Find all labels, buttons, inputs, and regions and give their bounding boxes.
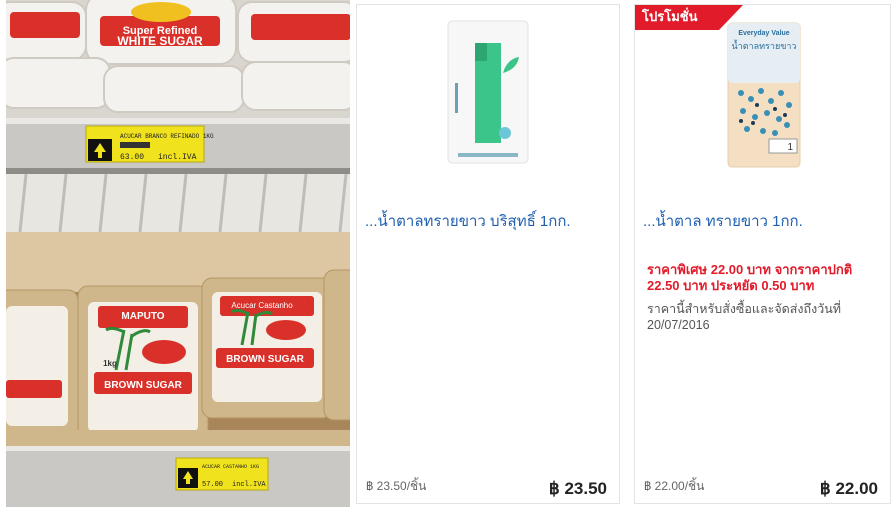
- product-card[interactable]: โปรโมชั่น Everyday Value น้ำตาลทรายขาว 1…: [634, 4, 891, 504]
- bag-bottom-brand: MAPUTO: [121, 311, 164, 322]
- shelf-illustration: Super Refined WHITE SUGAR ACUCAR BRANCO …: [6, 0, 350, 507]
- tag-top-desc: ACUCAR BRANCO REFINADO 1KG: [120, 133, 214, 140]
- bag-top-label: WHITE SUGAR: [117, 34, 203, 48]
- bag-bottom-label: BROWN SUGAR: [104, 380, 183, 391]
- tag-top-price: 63.00: [120, 153, 144, 162]
- product-photo: Super Refined WHITE SUGAR ACUCAR BRANCO …: [6, 0, 350, 507]
- tag-bottom-tax: incl.IVA: [232, 481, 266, 489]
- promotion-price-text: ราคาพิเศษ 22.00 บาท จากราคาปกติ 22.50 บา…: [647, 262, 853, 293]
- unit-price: ฿ 22.00/ชิ้น: [644, 479, 705, 493]
- product-image[interactable]: Everyday Value น้ำตาลทรายขาว 1: [713, 21, 813, 176]
- product-card[interactable]: ...น้ำตาลทรายขาว บริสุทธิ์ 1กก. ฿ 23.50/…: [356, 4, 620, 504]
- shelf-price-tag-bottom: ACUCAR CASTANHO 1KG 57.00 incl.IVA: [175, 457, 269, 491]
- bag-weight: 1kg: [103, 359, 117, 368]
- bag-bottom-sub: Acucar Castanho: [231, 301, 293, 310]
- shelf-price-tag-top: ACUCAR BRANCO REFINADO 1KG 63.00 incl.IV…: [85, 125, 214, 163]
- product-price: ฿ 23.50: [548, 479, 607, 498]
- product-image[interactable]: [433, 13, 543, 178]
- unit-price: ฿ 23.50/ชิ้น: [366, 479, 427, 493]
- package-brand: Everyday Value: [738, 30, 789, 37]
- product-title-link[interactable]: ...น้ำตาลทรายขาว บริสุทธิ์ 1กก.: [365, 210, 609, 233]
- tag-top-tax: incl.IVA: [158, 153, 197, 162]
- tag-bottom-desc: ACUCAR CASTANHO 1KG: [202, 464, 259, 470]
- package-weight: 1: [787, 142, 793, 153]
- tag-bottom-price: 57.00: [202, 481, 223, 489]
- promotion-note: ราคานี้สำหรับสั่งซื้อและจัดส่งถึงวันที่ …: [647, 302, 842, 332]
- bag-bottom-label-2: BROWN SUGAR: [226, 354, 305, 365]
- product-title-link[interactable]: ...น้ำตาล ทรายขาว 1กก.: [643, 210, 880, 233]
- product-price: ฿ 22.00: [819, 479, 878, 498]
